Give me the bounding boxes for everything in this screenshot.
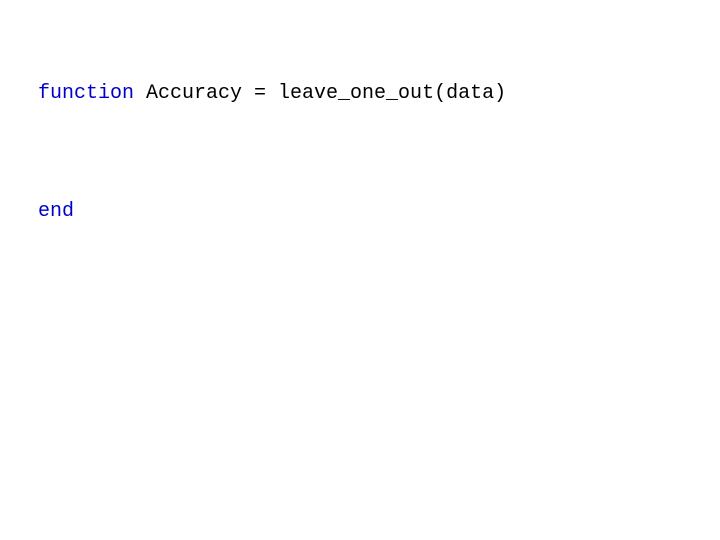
keyword-function: function xyxy=(38,82,134,105)
code-line-1-rest: Accuracy = leave_one_out(data) xyxy=(134,82,506,105)
code-slide: function Accuracy = leave_one_out(data) … xyxy=(0,0,720,540)
code-line-2: end xyxy=(38,200,74,224)
code-line-1: function Accuracy = leave_one_out(data) xyxy=(38,82,506,106)
keyword-end: end xyxy=(38,200,74,223)
